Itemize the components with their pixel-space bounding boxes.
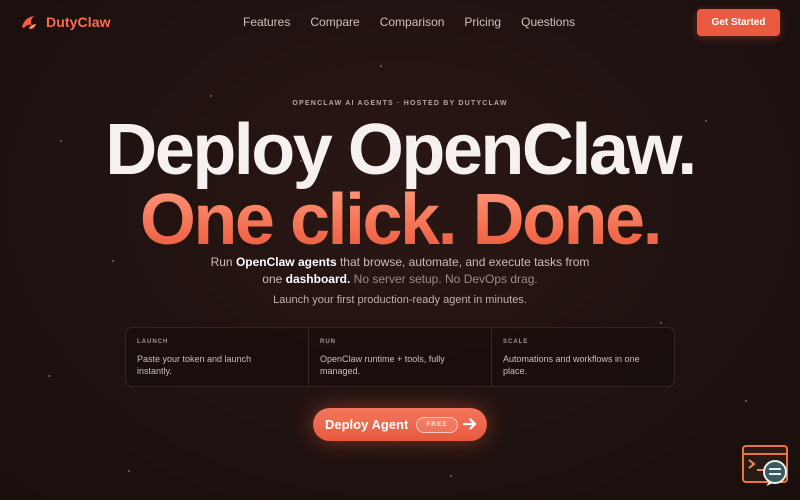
nav-link-features[interactable]: Features	[243, 15, 290, 29]
nav-link-comparison[interactable]: Comparison	[380, 15, 445, 29]
nav-link-compare[interactable]: Compare	[310, 15, 359, 29]
subtitle-run: Run	[210, 255, 236, 269]
hero-title-line1: Deploy OpenClaw.	[105, 110, 697, 190]
nav-links: Features Compare Comparison Pricing Ques…	[243, 15, 575, 29]
feature-text: OpenClaw runtime + tools, fully managed.	[320, 354, 445, 376]
feature-launch: LAUNCH Paste your token and launch insta…	[126, 328, 308, 386]
subtitle-openclaw-agents: OpenClaw agents	[235, 255, 337, 269]
hero-subtitle: Run OpenClaw agents that browse, automat…	[200, 254, 600, 288]
subtitle-dashboard: dashboard.	[285, 272, 351, 286]
nav-link-pricing[interactable]: Pricing	[464, 15, 501, 29]
brand-logo[interactable]: DutyClaw	[20, 13, 111, 31]
hero-title-line2: One click. Done.	[0, 182, 800, 258]
claw-logo-icon	[20, 13, 38, 31]
feature-tag: RUN	[320, 339, 336, 345]
feature-text: Paste your token and launch instantly.	[137, 354, 252, 376]
hero-tagline: Launch your first production-ready agent…	[273, 294, 527, 306]
get-started-button[interactable]: Get Started	[697, 9, 780, 36]
feature-scale: SCALE Automations and workflows in one p…	[491, 328, 674, 386]
feature-text: Automations and workflows in one place.	[503, 354, 640, 376]
nav-link-questions[interactable]: Questions	[521, 15, 575, 29]
feature-strip: LAUNCH Paste your token and launch insta…	[125, 327, 675, 387]
chat-support-icon[interactable]	[742, 445, 790, 487]
feature-tag: LAUNCH	[137, 339, 169, 345]
arrow-right-icon	[462, 416, 478, 432]
feature-run: RUN OpenClaw runtime + tools, fully mana…	[308, 328, 491, 386]
feature-tag: SCALE	[503, 339, 529, 345]
top-navigation: DutyClaw Features Compare Comparison Pri…	[0, 0, 800, 46]
hero-eyebrow: OPENCLAW AI AGENTS · HOSTED BY DUTYCLAW	[292, 100, 508, 107]
subtitle-muted: No server setup. No DevOps drag.	[350, 272, 538, 286]
brand-name: DutyClaw	[46, 14, 111, 30]
deploy-agent-label: Deploy Agent	[325, 417, 409, 432]
free-badge: FREE	[416, 416, 458, 433]
deploy-agent-button[interactable]: Deploy Agent FREE	[313, 408, 487, 441]
